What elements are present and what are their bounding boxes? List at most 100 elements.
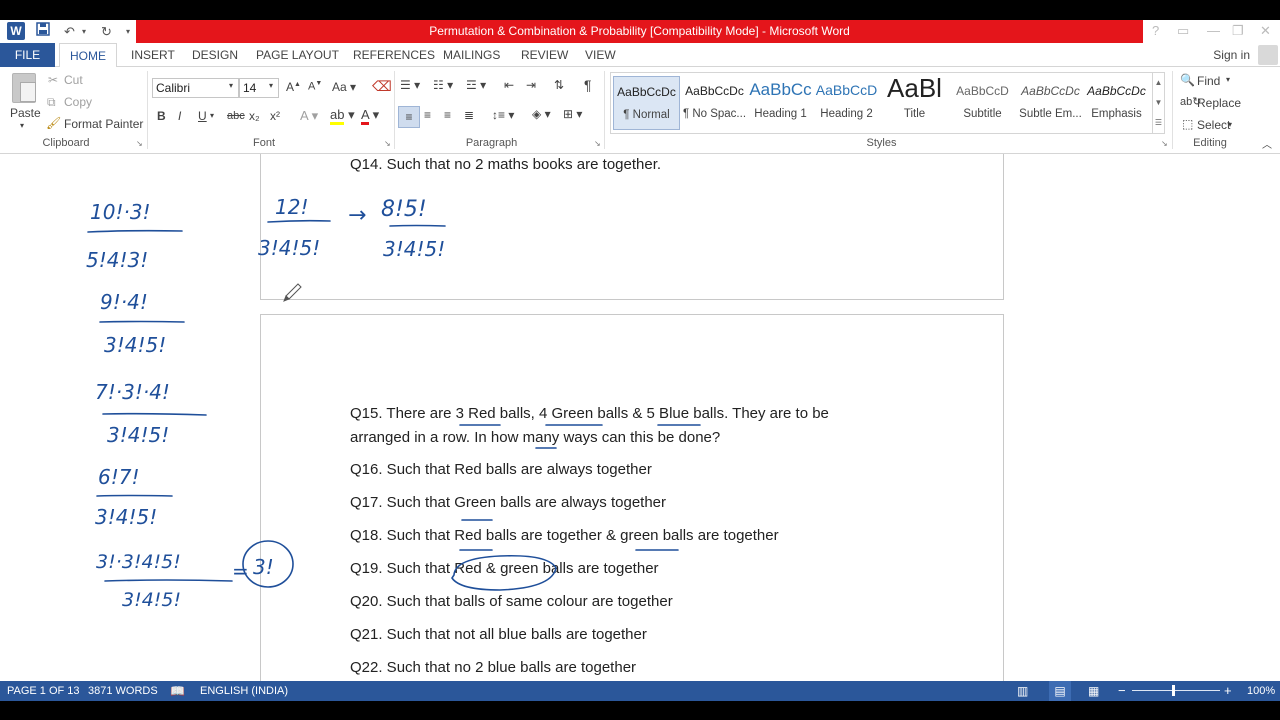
word-logo-icon[interactable]: W xyxy=(7,22,25,40)
web-layout-icon[interactable]: ▦ xyxy=(1088,681,1099,701)
format-painter-button[interactable]: Format Painter xyxy=(64,117,143,131)
subscript-button[interactable]: x₂ xyxy=(249,109,260,123)
paragraph-launcher-icon[interactable]: ↘ xyxy=(594,139,601,148)
customize-qat-icon[interactable]: ▾ xyxy=(126,22,130,41)
sign-in-link[interactable]: Sign in xyxy=(1213,43,1250,67)
paste-button[interactable]: Paste xyxy=(10,106,41,120)
sort-icon[interactable]: ⇅ xyxy=(554,78,564,92)
tab-file[interactable]: FILE xyxy=(0,43,55,67)
cut-button[interactable]: Cut xyxy=(64,73,83,87)
copy-button[interactable]: Copy xyxy=(64,95,92,109)
bullets-icon[interactable]: ☰ ▾ xyxy=(400,78,420,92)
align-center-icon[interactable]: ≡ xyxy=(424,108,431,122)
style-title[interactable]: AaBl Title xyxy=(881,73,948,130)
show-formatting-icon[interactable]: ¶ xyxy=(584,77,592,93)
format-painter-icon[interactable]: 🖌 xyxy=(46,116,61,130)
restore-icon[interactable]: ❐ xyxy=(1232,21,1244,41)
borders-icon[interactable]: ⊞ ▾ xyxy=(563,107,582,121)
zoom-slider-thumb[interactable] xyxy=(1172,685,1175,696)
help-icon[interactable]: ? xyxy=(1152,21,1159,41)
zoom-slider[interactable] xyxy=(1132,690,1220,691)
proofing-icon[interactable]: 📖 xyxy=(170,681,185,701)
select-dropdown-icon[interactable]: ▾ xyxy=(1228,120,1232,129)
tab-home[interactable]: HOME xyxy=(59,43,117,68)
style-subtitle[interactable]: AaBbCcD Subtitle xyxy=(949,76,1016,130)
text-effects-icon[interactable]: A ▾ xyxy=(300,108,318,124)
minimize-icon[interactable]: — xyxy=(1207,21,1220,41)
numbering-icon[interactable]: ☷ ▾ xyxy=(433,78,453,92)
line-spacing-icon[interactable]: ↕≡ ▾ xyxy=(492,108,514,122)
tab-review[interactable]: REVIEW xyxy=(521,43,568,67)
align-left-icon[interactable]: ≡ xyxy=(398,106,420,128)
page[interactable] xyxy=(260,154,1004,300)
tab-view[interactable]: VIEW xyxy=(585,43,616,67)
decrease-indent-icon[interactable]: ⇤ xyxy=(504,78,514,92)
align-right-icon[interactable]: ≡ xyxy=(444,108,451,122)
scroll-up-icon[interactable]: ▲ xyxy=(1153,73,1164,93)
font-launcher-icon[interactable]: ↘ xyxy=(384,139,391,148)
copy-icon[interactable]: ⧉ xyxy=(47,95,56,110)
select-icon[interactable]: ⬚ xyxy=(1182,117,1193,131)
paste-icon[interactable] xyxy=(12,73,36,103)
shrink-font-icon[interactable]: A▼ xyxy=(308,80,322,93)
grow-font-icon[interactable]: A▲ xyxy=(286,80,301,94)
justify-icon[interactable]: ≣ xyxy=(464,108,474,122)
style-no-spacing[interactable]: AaBbCcDc ¶ No Spac... xyxy=(681,76,748,130)
tab-insert[interactable]: INSERT xyxy=(131,43,175,67)
select-button[interactable]: Select xyxy=(1197,118,1230,132)
style-subtle-emphasis[interactable]: AaBbCcDc Subtle Em... xyxy=(1017,76,1084,130)
tab-mailings[interactable]: MAILINGS xyxy=(443,43,500,67)
font-name-box[interactable]: Calibri xyxy=(152,78,239,98)
tab-page-layout[interactable]: PAGE LAYOUT xyxy=(256,43,339,67)
increase-indent-icon[interactable]: ⇥ xyxy=(526,78,536,92)
style-emphasis[interactable]: AaBbCcDc Emphasis xyxy=(1083,76,1150,130)
collapse-ribbon-icon[interactable]: ︿ xyxy=(1262,136,1272,151)
clear-formatting-icon[interactable]: ⌫ xyxy=(372,78,392,95)
find-button[interactable]: Find xyxy=(1197,74,1220,88)
more-styles-icon[interactable]: ☰ xyxy=(1153,113,1164,133)
document-area[interactable]: Q14. Such that no 2 maths books are toge… xyxy=(0,154,1280,681)
shading-icon[interactable]: ◈ ▾ xyxy=(532,107,551,121)
highlight-icon[interactable]: ab ▾ xyxy=(330,107,355,125)
replace-button[interactable]: Replace xyxy=(1197,96,1241,110)
find-dropdown-icon[interactable]: ▾ xyxy=(1226,75,1230,84)
font-size-dropdown-icon[interactable]: ▾ xyxy=(269,81,273,90)
styles-launcher-icon[interactable]: ↘ xyxy=(1161,139,1168,148)
undo-icon[interactable]: ↶ xyxy=(64,22,75,41)
cut-icon[interactable]: ✂ xyxy=(48,73,58,87)
multilevel-list-icon[interactable]: ☲ ▾ xyxy=(466,78,486,92)
font-color-icon[interactable]: A ▾ xyxy=(361,107,379,125)
read-mode-icon[interactable]: ▥ xyxy=(1017,681,1028,701)
underline-dropdown-icon[interactable]: ▾ xyxy=(210,111,214,120)
paste-dropdown-icon[interactable]: ▾ xyxy=(20,121,24,130)
bold-button[interactable]: B xyxy=(157,109,166,123)
zoom-in-button[interactable]: + xyxy=(1224,681,1232,701)
redo-icon[interactable]: ↻ xyxy=(101,22,112,41)
avatar[interactable] xyxy=(1258,45,1278,65)
style-normal[interactable]: AaBbCcDc ¶ Normal xyxy=(613,76,680,130)
undo-dropdown-icon[interactable]: ▾ xyxy=(82,22,86,41)
find-icon[interactable]: 🔍 xyxy=(1180,73,1195,87)
page-count[interactable]: PAGE 1 OF 13 xyxy=(7,681,80,701)
zoom-level[interactable]: 100% xyxy=(1247,681,1275,701)
tab-design[interactable]: DESIGN xyxy=(192,43,238,67)
italic-button[interactable]: I xyxy=(178,109,181,123)
print-layout-icon[interactable]: ▤ xyxy=(1049,681,1071,701)
superscript-button[interactable]: x² xyxy=(270,109,280,123)
gallery-scroll[interactable]: ▲ ▼ ☰ xyxy=(1152,73,1164,133)
clipboard-launcher-icon[interactable]: ↘ xyxy=(136,139,143,148)
style-heading-1[interactable]: AaBbCc Heading 1 xyxy=(747,76,814,130)
word-count[interactable]: 3871 WORDS xyxy=(88,681,158,701)
save-icon[interactable] xyxy=(36,22,50,41)
close-icon[interactable]: ✕ xyxy=(1260,21,1271,41)
scroll-down-icon[interactable]: ▼ xyxy=(1153,93,1164,113)
zoom-out-button[interactable]: − xyxy=(1118,681,1126,701)
change-case-icon[interactable]: Aa ▾ xyxy=(332,80,356,94)
underline-button[interactable]: U xyxy=(198,109,207,123)
language[interactable]: ENGLISH (INDIA) xyxy=(200,681,288,701)
ribbon-display-icon[interactable]: ▭ xyxy=(1177,21,1189,41)
strikethrough-button[interactable]: abc xyxy=(227,110,245,122)
font-name-dropdown-icon[interactable]: ▾ xyxy=(229,81,233,90)
tab-references[interactable]: REFERENCES xyxy=(353,43,435,67)
style-heading-2[interactable]: AaBbCcD Heading 2 xyxy=(813,76,880,130)
